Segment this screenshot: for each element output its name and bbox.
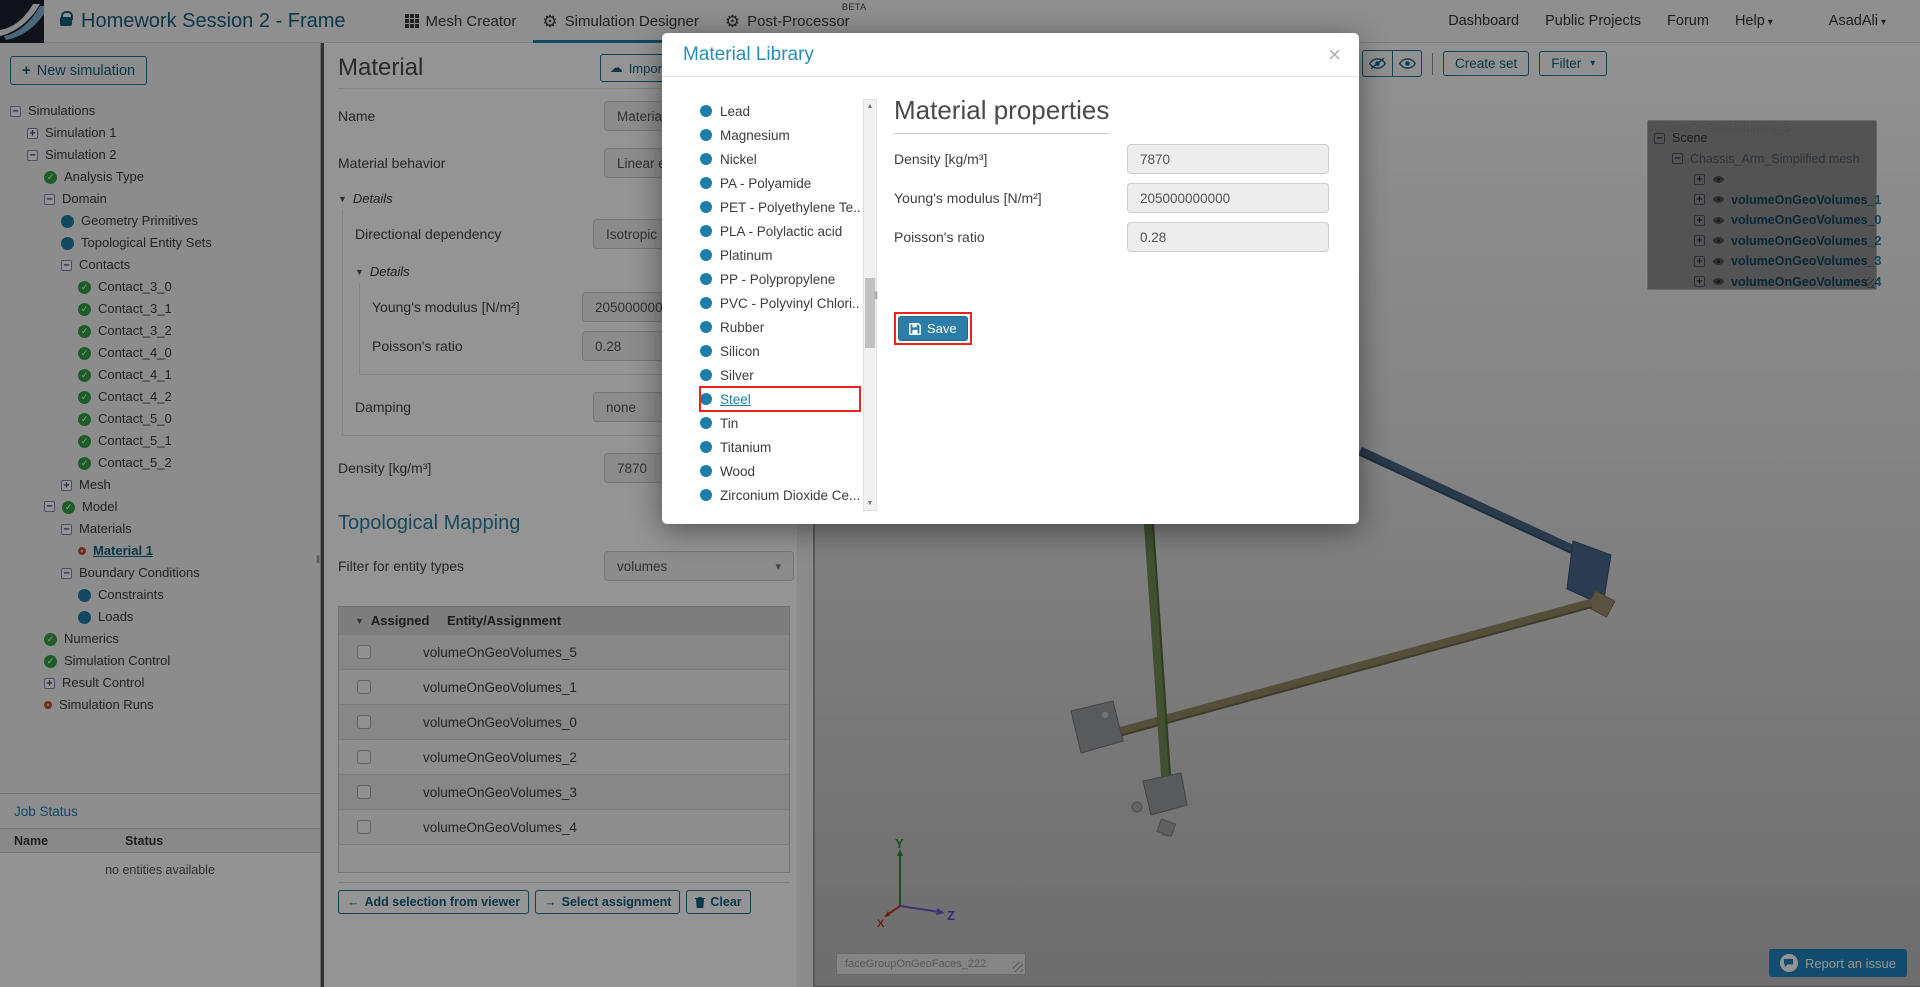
save-annotation-box: Save [894, 312, 972, 345]
material-name: Silicon [720, 343, 760, 359]
material-list: Lead Magnesium Nickel PA - Polyamide PET… [699, 99, 861, 507]
property-row: Density [kg/m³] 7870 [894, 143, 1329, 175]
save-button[interactable]: Save [898, 316, 968, 341]
material-list-scrollbar[interactable]: ▲ ▼ [863, 99, 877, 511]
material-list-item[interactable]: PA - Polyamide [700, 171, 860, 195]
material-list-item[interactable]: PVC - Polyvinyl Chlori... [700, 291, 860, 315]
material-name: Platinum [720, 247, 773, 263]
material-name: Nickel [720, 151, 757, 167]
property-value-input[interactable]: 0.28 [1127, 222, 1329, 252]
material-list-item[interactable]: Tin [700, 411, 860, 435]
close-icon[interactable]: × [1328, 43, 1341, 66]
material-dot-icon [700, 225, 712, 237]
modal-title: Material Library [683, 43, 814, 65]
material-list-item[interactable]: Magnesium [700, 123, 860, 147]
scroll-up-icon[interactable]: ▲ [864, 100, 876, 113]
material-list-item[interactable]: PET - Polyethylene Te... [700, 195, 860, 219]
material-list-item[interactable]: PLA - Polylactic acid [700, 219, 860, 243]
property-value-input[interactable]: 205000000000 [1127, 183, 1329, 213]
material-list-item[interactable]: Steel [699, 386, 861, 412]
material-list-item[interactable]: PP - Polypropylene [700, 267, 860, 291]
property-row: Poisson's ratio 0.28 [894, 221, 1329, 253]
material-name: PA - Polyamide [720, 175, 812, 191]
material-dot-icon [700, 345, 712, 357]
scrollbar-thumb[interactable] [865, 278, 875, 348]
material-list-item[interactable]: Lead [700, 99, 860, 123]
material-name: Zirconium Dioxide Ce... [720, 487, 860, 503]
material-dot-icon [700, 369, 712, 381]
material-dot-icon [700, 153, 712, 165]
material-dot-icon [700, 393, 712, 405]
material-dot-icon [700, 249, 712, 261]
material-name: Steel [720, 391, 751, 407]
material-list-item[interactable]: Zirconium Dioxide Ce... [700, 483, 860, 507]
properties-fields: Density [kg/m³] 7870 Young's modulus [N/… [894, 143, 1329, 253]
property-row: Young's modulus [N/m²] 205000000000 [894, 182, 1329, 214]
material-dot-icon [700, 201, 712, 213]
material-list-item[interactable]: Silicon [700, 339, 860, 363]
modal-splitter-handle[interactable]: ‖ [874, 291, 879, 302]
material-name: Silver [720, 367, 754, 383]
material-dot-icon [700, 441, 712, 453]
material-list-item[interactable]: Silver [700, 363, 860, 387]
material-dot-icon [700, 489, 712, 501]
material-name: Tin [720, 415, 739, 431]
material-list-item[interactable]: Rubber [700, 315, 860, 339]
scroll-down-icon[interactable]: ▼ [864, 497, 876, 510]
material-list-item[interactable]: Nickel [700, 147, 860, 171]
material-dot-icon [700, 129, 712, 141]
material-dot-icon [700, 321, 712, 333]
property-value-input[interactable]: 7870 [1127, 144, 1329, 174]
material-name: PET - Polyethylene Te... [720, 199, 860, 215]
material-name: PVC - Polyvinyl Chlori... [720, 295, 860, 311]
property-label: Young's modulus [N/m²] [894, 190, 1042, 206]
material-dot-icon [700, 273, 712, 285]
material-name: Wood [720, 463, 756, 479]
material-dot-icon [700, 297, 712, 309]
material-dot-icon [700, 105, 712, 117]
material-properties-pane: Material properties Density [kg/m³] 7870… [894, 95, 1329, 345]
properties-title: Material properties [894, 95, 1110, 134]
material-dot-icon [700, 465, 712, 477]
material-name: Lead [720, 103, 751, 119]
property-label: Poisson's ratio [894, 229, 985, 245]
material-name: PLA - Polylactic acid [720, 223, 843, 239]
material-dot-icon [700, 177, 712, 189]
material-name: Magnesium [720, 127, 790, 143]
material-library-modal: Material Library × Lead Magnesium Nickel… [662, 33, 1359, 524]
property-label: Density [kg/m³] [894, 151, 988, 167]
material-dot-icon [700, 417, 712, 429]
material-name: PP - Polypropylene [720, 271, 836, 287]
material-list-item[interactable]: Titanium [700, 435, 860, 459]
material-list-item[interactable]: Wood [700, 459, 860, 483]
material-name: Rubber [720, 319, 765, 335]
save-label: Save [927, 321, 957, 336]
material-list-item[interactable]: Platinum [700, 243, 860, 267]
save-icon [909, 322, 921, 335]
material-name: Titanium [720, 439, 772, 455]
